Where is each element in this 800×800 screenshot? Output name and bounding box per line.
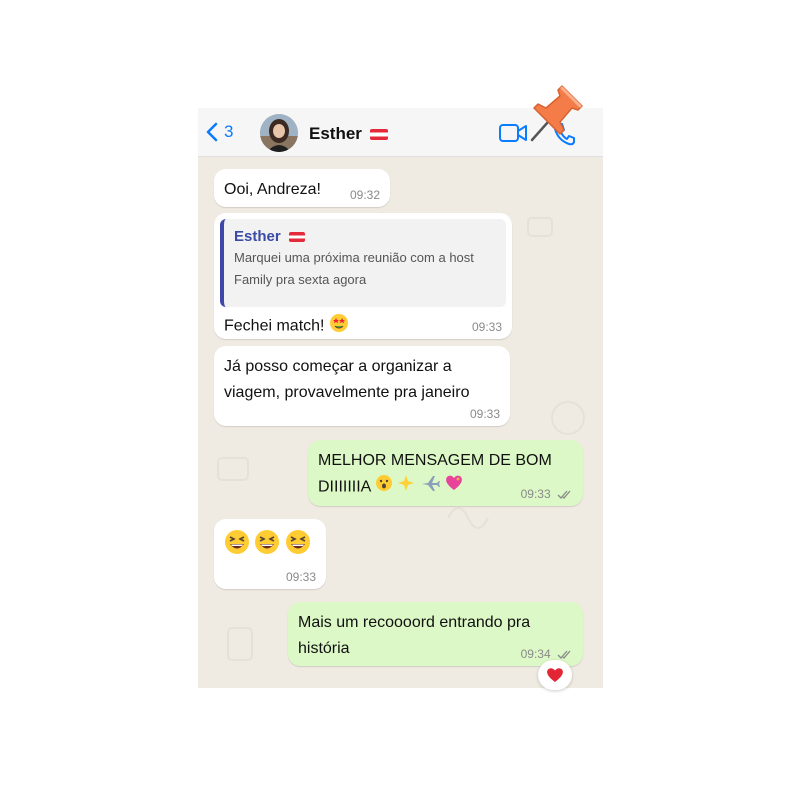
message-text: Fechei match! (224, 317, 325, 335)
double-check-icon (557, 650, 571, 659)
flag-austria-icon (369, 129, 388, 141)
avatar[interactable] (260, 114, 298, 152)
chevron-left-icon (206, 122, 218, 142)
back-button[interactable]: 3 (206, 122, 233, 142)
grinning-squinting-emoji-icon (285, 529, 311, 564)
message-text: Mais um recoooord entrando pra história (298, 614, 531, 657)
message-time: 09:33 (521, 488, 573, 500)
contact-name[interactable]: Esther (309, 124, 388, 144)
message-time: 09:33 (469, 407, 500, 421)
chat-screen: 3 Esther Ooi, Andreza! 09:32 Esther Marq… (198, 108, 603, 690)
quoted-message[interactable]: Esther Marquei uma próxima reunião com a… (220, 219, 506, 307)
airplane-emoji-icon (420, 474, 440, 501)
message-bubble[interactable]: Mais um recoooord entrando pra história … (288, 602, 583, 666)
sparkles-emoji-icon (397, 474, 415, 501)
message-time: 09:33 (285, 570, 316, 584)
message-time: 09:33 (471, 320, 502, 334)
flag-austria-icon (288, 232, 305, 243)
message-bubble[interactable]: MELHOR MENSAGEM DE BOM DIIIIIIIA 09:33 (308, 440, 583, 506)
star-struck-emoji-icon (329, 313, 349, 340)
sparkling-heart-emoji-icon (444, 474, 464, 501)
push-pin-icon (520, 78, 590, 153)
message-time: 09:32 (349, 188, 380, 202)
message-bubble[interactable]: 09:33 (214, 519, 326, 589)
message-text: Já posso começar a organizar a viagem, p… (224, 358, 470, 401)
quoted-sender: Esther (234, 227, 496, 247)
unread-count: 3 (224, 122, 234, 141)
quoted-text: Marquei uma próxima reunião com a host F… (234, 250, 474, 287)
message-bubble[interactable]: Esther Marquei uma próxima reunião com a… (214, 213, 512, 339)
message-text: Ooi, Andreza! (224, 181, 321, 198)
heart-icon (547, 668, 563, 682)
reaction-badge[interactable] (538, 660, 572, 690)
grinning-squinting-emoji-icon (254, 529, 280, 564)
message-bubble[interactable]: Ooi, Andreza! 09:32 (214, 169, 390, 207)
message-bubble[interactable]: Já posso começar a organizar a viagem, p… (214, 346, 510, 426)
hushed-face-emoji-icon (375, 474, 393, 501)
grinning-squinting-emoji-icon (224, 529, 250, 564)
message-time: 09:34 (521, 648, 573, 660)
double-check-icon (557, 490, 571, 499)
